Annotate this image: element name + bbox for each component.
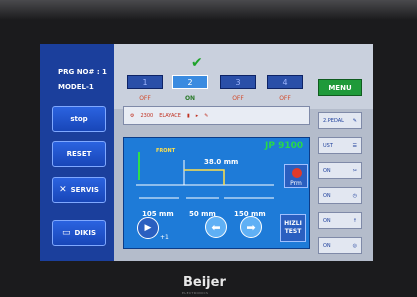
- hizli-label: HIZLI: [284, 220, 302, 227]
- tab-4-state: OFF: [279, 95, 291, 102]
- tab-label: 3: [235, 77, 241, 87]
- toggle-label: ON: [323, 167, 331, 174]
- speed-value: 2300: [140, 112, 154, 119]
- tab-2[interactable]: 2: [172, 75, 208, 89]
- top-strip: ✔ 1 2 3 4 OFF ON OFF OFF: [114, 44, 373, 109]
- tab-2-state: ON: [184, 95, 196, 102]
- spool-icon: ◎: [352, 242, 357, 249]
- tab-label: 2: [187, 77, 193, 87]
- device-brand: Beijer: [183, 275, 226, 290]
- pedal-label: 2.PEDAL: [323, 117, 344, 124]
- pedal-button[interactable]: 2.PEDAL ✎: [318, 112, 362, 129]
- hmi-device: PRG NO# : 1 MODEL-1 stop RESET ✕ SERVIS …: [0, 0, 417, 297]
- length-bracket: [184, 169, 225, 185]
- tab-label: 1: [142, 77, 148, 87]
- tab-1[interactable]: 1: [127, 75, 163, 89]
- program-number: PRG NO# : 1: [58, 68, 107, 76]
- screen-icon: ▭: [61, 228, 71, 238]
- play-step-label: +1: [160, 234, 169, 241]
- seam-diagram: [136, 152, 274, 199]
- tab-4[interactable]: 4: [267, 75, 303, 89]
- settings-value: ELAYACE: [159, 112, 181, 119]
- menu-button[interactable]: MENU: [318, 79, 362, 96]
- ust-label: UST: [323, 142, 333, 149]
- scissors-icon: ✂: [352, 167, 357, 174]
- servis-label: SERVIS: [70, 186, 99, 194]
- toggle-label: ON: [323, 217, 331, 224]
- stop-label: stop: [70, 115, 88, 123]
- tab-3[interactable]: 3: [220, 75, 256, 89]
- needle-toggle[interactable]: ON ↑: [318, 212, 362, 229]
- device-subtitle: ELECTRONICS: [182, 291, 209, 295]
- stop-button[interactable]: stop: [52, 106, 106, 132]
- scissors-toggle[interactable]: ON ✂: [318, 162, 362, 179]
- check-icon: ✔: [191, 55, 203, 71]
- bars-icon: ☰: [352, 142, 357, 149]
- status-icon-row: ⚙ 2300 ELAYACE ▮ ▸ ✎: [123, 106, 310, 125]
- pedal-icon: ✎: [352, 117, 357, 124]
- thread-icon: ▮: [186, 112, 190, 119]
- wrench-icon: ✎: [204, 112, 209, 119]
- needle-icon: ↑: [352, 217, 357, 224]
- left-panel: PRG NO# : 1 MODEL-1 stop RESET ✕ SERVIS …: [40, 44, 114, 261]
- hizli-test-button[interactable]: HIZLI TEST: [280, 214, 306, 242]
- dikis-button[interactable]: ▭ DIKIS: [52, 220, 106, 246]
- servis-button[interactable]: ✕ SERVIS: [52, 177, 106, 203]
- tools-icon: ✕: [59, 185, 67, 195]
- record-icon: [292, 168, 302, 178]
- prm-label: Prm: [290, 180, 302, 187]
- play-button[interactable]: ▶: [137, 217, 159, 239]
- speed-icon: ⚙: [130, 112, 135, 119]
- reset-button[interactable]: RESET: [52, 141, 106, 167]
- tab-3-state: OFF: [232, 95, 244, 102]
- reset-label: RESET: [66, 150, 92, 158]
- toggle-label: ON: [323, 242, 331, 249]
- bezel: [0, 0, 417, 20]
- model-name: MODEL-1: [58, 83, 94, 91]
- previous-arrow-button[interactable]: ⬅: [205, 216, 227, 238]
- toggle-label: ON: [323, 192, 331, 199]
- prm-button[interactable]: Prm: [284, 164, 308, 188]
- spool-toggle[interactable]: ON ◎: [318, 237, 362, 254]
- ust-button[interactable]: UST ☰: [318, 137, 362, 154]
- test-label: TEST: [284, 228, 302, 235]
- tab-label: 4: [282, 77, 288, 87]
- length-top-value[interactable]: 38.0 mm: [204, 158, 238, 166]
- clock-toggle[interactable]: ON ◷: [318, 187, 362, 204]
- clock-icon: ◷: [352, 192, 357, 199]
- tab-1-state: OFF: [139, 95, 151, 102]
- next-arrow-button[interactable]: ➡: [240, 216, 262, 238]
- touch-screen: PRG NO# : 1 MODEL-1 stop RESET ✕ SERVIS …: [40, 44, 373, 261]
- dikis-label: DIKIS: [74, 229, 97, 237]
- arrow-icon: ▸: [195, 112, 199, 119]
